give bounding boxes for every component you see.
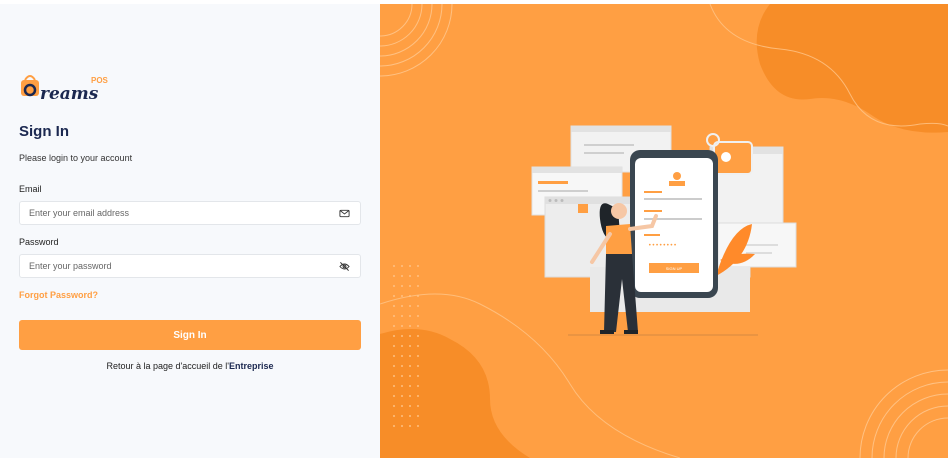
phone-signup-label: SIGN UP (666, 266, 683, 271)
password-input[interactable] (20, 255, 320, 277)
password-label: Password (19, 237, 59, 247)
email-label: Email (19, 184, 42, 194)
login-illustration: •••••••• SIGN UP (380, 4, 948, 458)
password-field-wrapper (19, 254, 361, 278)
return-prefix: Retour à la page d'accueil de l' (106, 361, 229, 371)
return-home-link[interactable]: Entreprise (229, 361, 274, 371)
arcs-bottom-right (859, 369, 948, 458)
sign-in-button[interactable]: Sign In (19, 320, 361, 350)
phone-mockup: •••••••• SIGN UP (630, 150, 718, 298)
return-home-text: Retour à la page d'accueil de l'Entrepri… (0, 361, 380, 371)
svg-text:reams: reams (40, 84, 99, 104)
email-input[interactable] (20, 202, 320, 224)
eye-off-icon[interactable] (339, 261, 350, 272)
blob-top-right (756, 4, 948, 133)
arcs-top-left (380, 4, 453, 77)
logo-pos-label: POS (91, 76, 108, 85)
page-subtitle: Please login to your account (19, 153, 133, 163)
illustration-panel: •••••••• SIGN UP (380, 4, 948, 458)
page-title: Sign In (19, 123, 69, 140)
blob-bottom-left (380, 329, 530, 458)
svg-text:••••••••: •••••••• (648, 242, 677, 249)
forgot-password-link[interactable]: Forgot Password? (19, 290, 98, 300)
mail-icon (339, 209, 350, 218)
email-field-wrapper (19, 201, 361, 225)
